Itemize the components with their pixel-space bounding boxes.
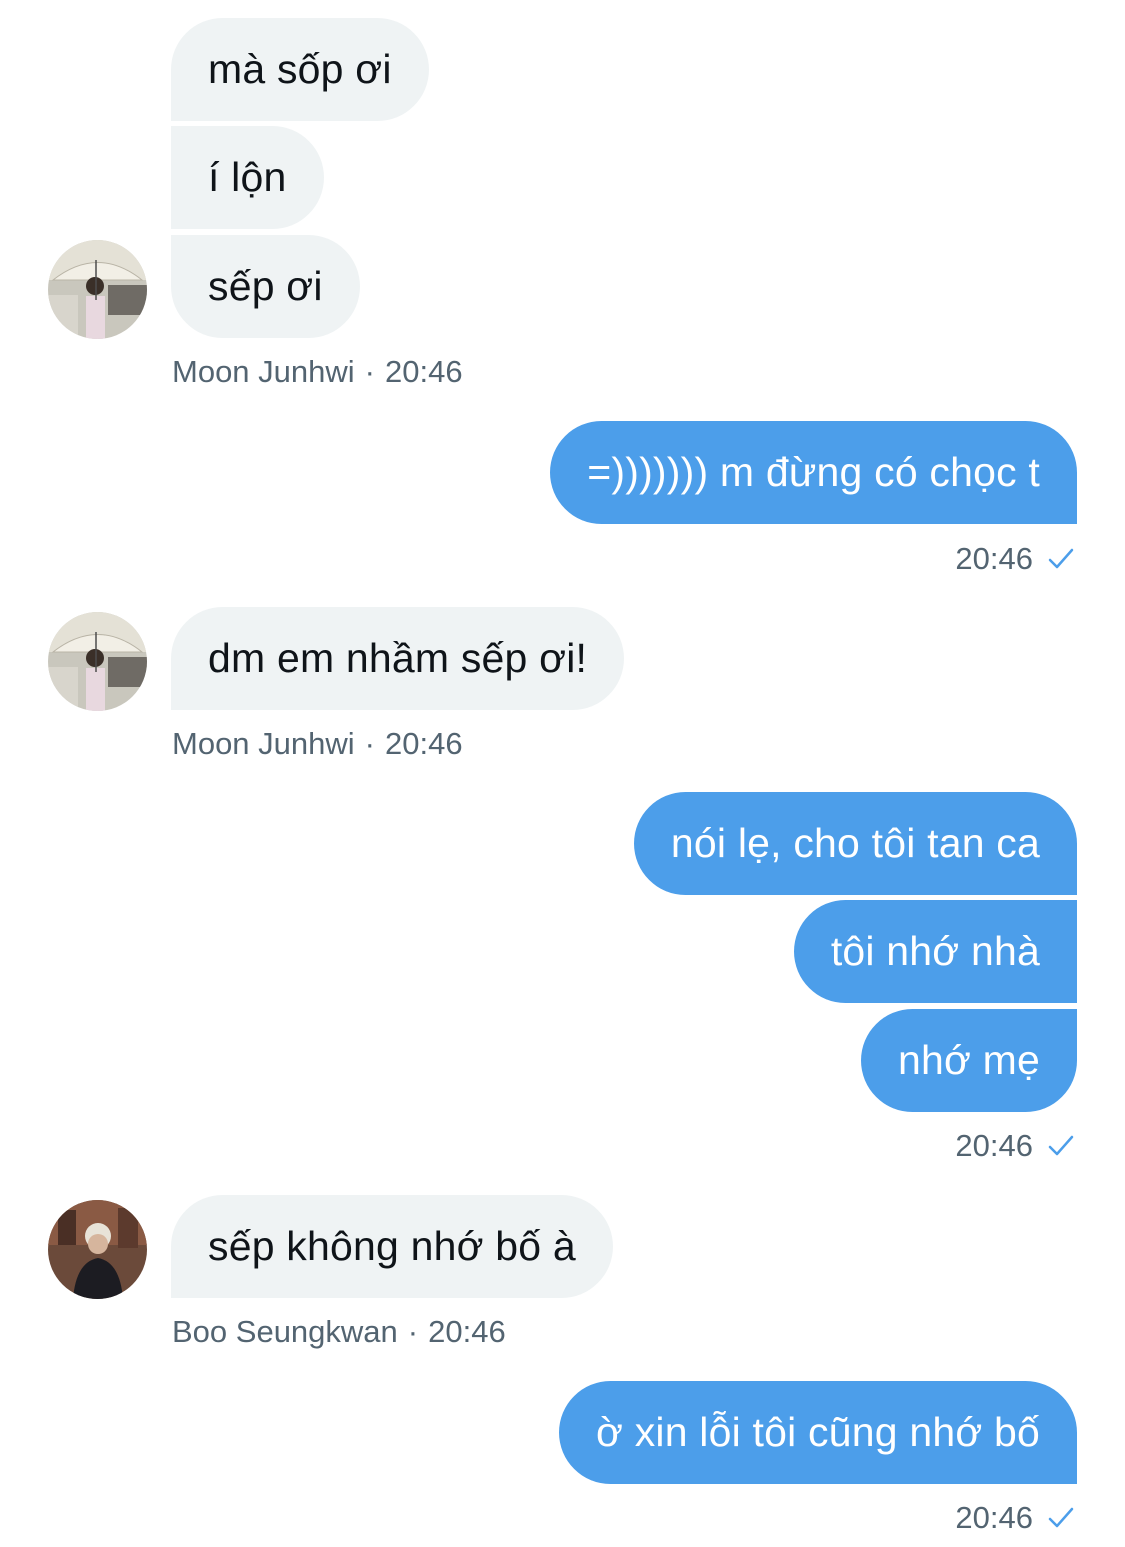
avatar[interactable] [48, 1200, 147, 1299]
message-meta: 20:46 [955, 541, 1075, 577]
message-text: nhớ mẹ [897, 1037, 1040, 1083]
message-meta: Moon Junhwi · 20:46 [172, 354, 463, 390]
message-meta: 20:46 [955, 1128, 1075, 1164]
outgoing-message[interactable]: =))))))) m đừng có chọc t [550, 421, 1077, 524]
message-text: nói lẹ, cho tôi tan ca [670, 820, 1040, 866]
avatar-photo-icon [48, 1200, 147, 1299]
check-icon [1048, 1135, 1074, 1156]
sender-name: Boo Seungkwan [172, 1314, 398, 1349]
timestamp: 20:46 [955, 1128, 1033, 1163]
separator: · [407, 1314, 419, 1349]
timestamp: 20:46 [955, 541, 1033, 576]
outgoing-message[interactable]: nói lẹ, cho tôi tan ca [633, 792, 1077, 895]
avatar-photo-icon [48, 240, 147, 339]
sender-name: Moon Junhwi [172, 726, 355, 761]
message-meta: Boo Seungkwan · 20:46 [172, 1314, 506, 1350]
outgoing-message[interactable]: ờ xin lỗi tôi cũng nhớ bố [559, 1381, 1077, 1484]
message-text: =))))))) m đừng có chọc t [587, 449, 1040, 495]
check-icon [1048, 1507, 1074, 1528]
timestamp: 20:46 [955, 1500, 1033, 1535]
message-text: tôi nhớ nhà [830, 928, 1040, 974]
check-icon [1048, 548, 1074, 569]
outgoing-message[interactable]: nhớ mẹ [860, 1009, 1077, 1112]
incoming-message[interactable]: sếp không nhớ bố à [171, 1195, 613, 1298]
sender-name: Moon Junhwi [172, 354, 355, 389]
avatar-photo-icon [48, 612, 147, 711]
message-meta: Moon Junhwi · 20:46 [172, 726, 463, 762]
separator: · [364, 354, 375, 389]
timestamp: 20:46 [384, 354, 463, 389]
message-text: í lộn [208, 154, 287, 200]
separator: · [364, 726, 375, 761]
outgoing-message[interactable]: tôi nhớ nhà [793, 900, 1077, 1003]
timestamp: 20:46 [384, 726, 463, 761]
incoming-message[interactable]: mà sốp ơi [171, 18, 429, 121]
avatar[interactable] [48, 612, 147, 711]
incoming-message[interactable]: dm em nhầm sếp ơi! [171, 607, 625, 710]
conversation: mà sốp ơi í lộn sếp ơi Moon Junhwi · 20:46… [0, 0, 1125, 1547]
incoming-message[interactable]: sếp ơi [171, 235, 360, 338]
incoming-message[interactable]: í lộn [171, 126, 324, 229]
avatar[interactable] [48, 240, 147, 339]
timestamp: 20:46 [428, 1314, 506, 1349]
message-text: sếp không nhớ bố à [208, 1223, 576, 1269]
message-text: mà sốp ơi [208, 46, 392, 92]
message-meta: 20:46 [955, 1500, 1075, 1536]
message-text: sếp ơi [208, 263, 323, 309]
message-text: ờ xin lỗi tôi cũng nhớ bố [596, 1409, 1040, 1455]
message-text: dm em nhầm sếp ơi! [208, 635, 588, 681]
